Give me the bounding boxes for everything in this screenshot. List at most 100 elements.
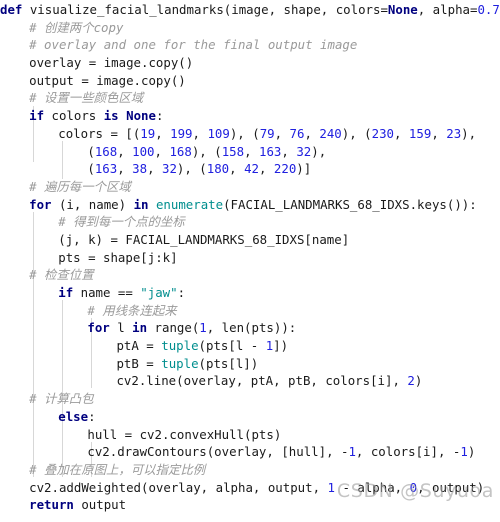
code-token-plain: , alpha=	[417, 2, 478, 17]
code-token-plain: ,	[258, 161, 274, 177]
code-token-plain: (i, name)	[51, 196, 134, 212]
code-token-plain: ,	[274, 125, 290, 141]
code-line: if colors is None:	[0, 107, 500, 125]
code-token-num: 19	[140, 125, 156, 141]
code-token-plain: ),	[311, 143, 327, 159]
code-line: # 叠加在原图上，可以指定比例	[0, 461, 500, 479]
code-token-num: 1	[348, 444, 356, 460]
code-token-plain: ), (	[341, 125, 372, 141]
code-token-cmt: # 遍历每一个区域	[29, 178, 131, 194]
code-token-plain: ,	[394, 125, 409, 141]
code-token-plain: )	[467, 444, 476, 460]
code-token-plain: ,	[117, 161, 133, 177]
code-lines-container: def visualize_facial_landmarks(image, sh…	[0, 0, 500, 514]
code-token-plain: hull = cv2.convexHull(pts)	[87, 426, 282, 442]
code-line: (168, 100, 168), (158, 163, 32),	[0, 143, 500, 161]
code-token-plain: ,	[155, 125, 171, 141]
code-token-cmt: # 用线条连起来	[87, 302, 177, 318]
code-token-plain: ,	[154, 143, 170, 159]
code-token-num: 158	[221, 143, 245, 159]
code-token-num: 76	[289, 125, 305, 141]
code-token-plain: ,	[431, 125, 447, 141]
code-line: # 用线条连起来	[0, 302, 500, 320]
code-line: # 遍历每一个区域	[0, 178, 500, 196]
code-token-num: 0.75	[477, 2, 500, 17]
code-token-num: 42	[244, 161, 259, 177]
code-token-plain: (	[87, 143, 95, 159]
code-token-plain: ,	[192, 125, 208, 141]
code-token-cmt: # 计算凸包	[29, 391, 94, 407]
code-token-plain: , colors[i], -	[355, 444, 461, 460]
code-line: # 检查位置	[0, 266, 500, 284]
code-token-plain: ptB =	[116, 355, 162, 371]
code-token-plain: (	[87, 161, 95, 177]
code-token-num: 168	[94, 143, 118, 159]
code-token-num: 220	[273, 161, 297, 177]
code-token-plain: ),	[461, 125, 477, 141]
code-token-plain: ,	[147, 161, 162, 177]
code-token-plain: range(	[147, 320, 200, 336]
code-token-cmt: # 得到每一个点的坐标	[58, 214, 185, 230]
code-token-kw: else	[58, 408, 89, 424]
code-token-plain: pts = shape[j:k]	[58, 249, 178, 265]
code-token-kw: for	[87, 320, 110, 336]
code-line: (j, k) = FACIAL_LANDMARKS_68_IDXS[name]	[0, 231, 500, 249]
code-token-kw: return	[29, 497, 74, 513]
csdn-watermark: CSDN @Suyuoa	[336, 480, 494, 502]
code-token-num: 199	[170, 125, 193, 141]
code-token-plain: visualize_facial_landmarks(image, shape,…	[22, 2, 388, 17]
code-token-plain: (j, k) = FACIAL_LANDMARKS_68_IDXS[name]	[58, 231, 350, 247]
code-token-plain: name ==	[73, 285, 141, 300]
code-line: cv2.line(overlay, ptA, ptB, colors[i], 2…	[0, 372, 500, 390]
code-snippet-viewer: def visualize_facial_landmarks(image, sh…	[0, 0, 500, 522]
code-token-plain: overlay = image.copy()	[29, 55, 194, 71]
code-token-fn: enumerate	[155, 196, 224, 212]
code-line: # overlay and one for the final output i…	[0, 36, 500, 54]
code-token-plain: (FACIAL_LANDMARKS_68_IDXS.keys()):	[223, 196, 477, 212]
code-token-plain: ,	[244, 143, 259, 159]
code-token-plain: :	[155, 108, 164, 124]
code-token-num: 1	[460, 444, 468, 460]
code-line: cv2.drawContours(overlay, [hull], -1, co…	[0, 443, 500, 461]
code-token-plain: ,	[229, 161, 245, 177]
code-token-num: 1	[327, 479, 335, 495]
code-token-plain: :	[88, 408, 96, 424]
code-line: # 计算凸包	[0, 390, 500, 408]
code-line: def visualize_facial_landmarks(image, sh…	[0, 1, 500, 19]
code-token-plain: colors = [(	[58, 125, 141, 141]
code-token-num: 38	[132, 161, 148, 177]
code-line: # 得到每一个点的坐标	[0, 213, 500, 231]
code-line: overlay = image.copy()	[0, 54, 500, 72]
code-token-plain: cv2.drawContours(overlay, [hull], -	[87, 444, 349, 460]
code-token-plain: ), (	[176, 161, 207, 177]
code-token-plain: ), (	[229, 125, 260, 141]
code-line: for (i, name) in enumerate(FACIAL_LANDMA…	[0, 196, 500, 214]
code-token-plain: colors	[44, 108, 104, 124]
code-token-cmt: # 创建两个copy	[29, 19, 124, 35]
code-token-num: 32	[161, 161, 177, 177]
code-line: ptB = tuple(pts[l])	[0, 355, 500, 373]
code-token-num: 2	[407, 373, 415, 389]
code-token-cmt: # overlay and one for the final output i…	[29, 37, 358, 53]
code-token-plain: )]	[296, 161, 312, 177]
code-token-kw: def	[0, 2, 23, 17]
code-token-plain: ptA =	[116, 338, 162, 354]
code-token-plain: output = image.copy()	[29, 72, 186, 88]
code-token-num: 163	[94, 161, 118, 177]
code-token-plain: )	[414, 373, 423, 389]
code-line: # 创建两个copy	[0, 19, 500, 37]
code-line: # 设置一些颜色区域	[0, 89, 500, 107]
code-token-num: 79	[259, 125, 275, 141]
code-token-num: 180	[206, 161, 230, 177]
code-token-plain: ])	[273, 338, 289, 354]
code-token-num: 168	[169, 143, 192, 159]
code-token-plain: output	[73, 497, 127, 513]
code-token-plain: , len(pts)):	[206, 320, 297, 336]
code-line: else:	[0, 408, 500, 426]
code-token-plain: ,	[304, 125, 320, 141]
code-token-fn: tuple	[161, 338, 199, 354]
code-token-plain: :	[177, 285, 186, 300]
code-token-plain: cv2.addWeighted(overlay, alpha, output,	[29, 479, 328, 495]
code-token-plain: ,	[117, 143, 133, 159]
code-token-bkw: None	[387, 2, 418, 17]
